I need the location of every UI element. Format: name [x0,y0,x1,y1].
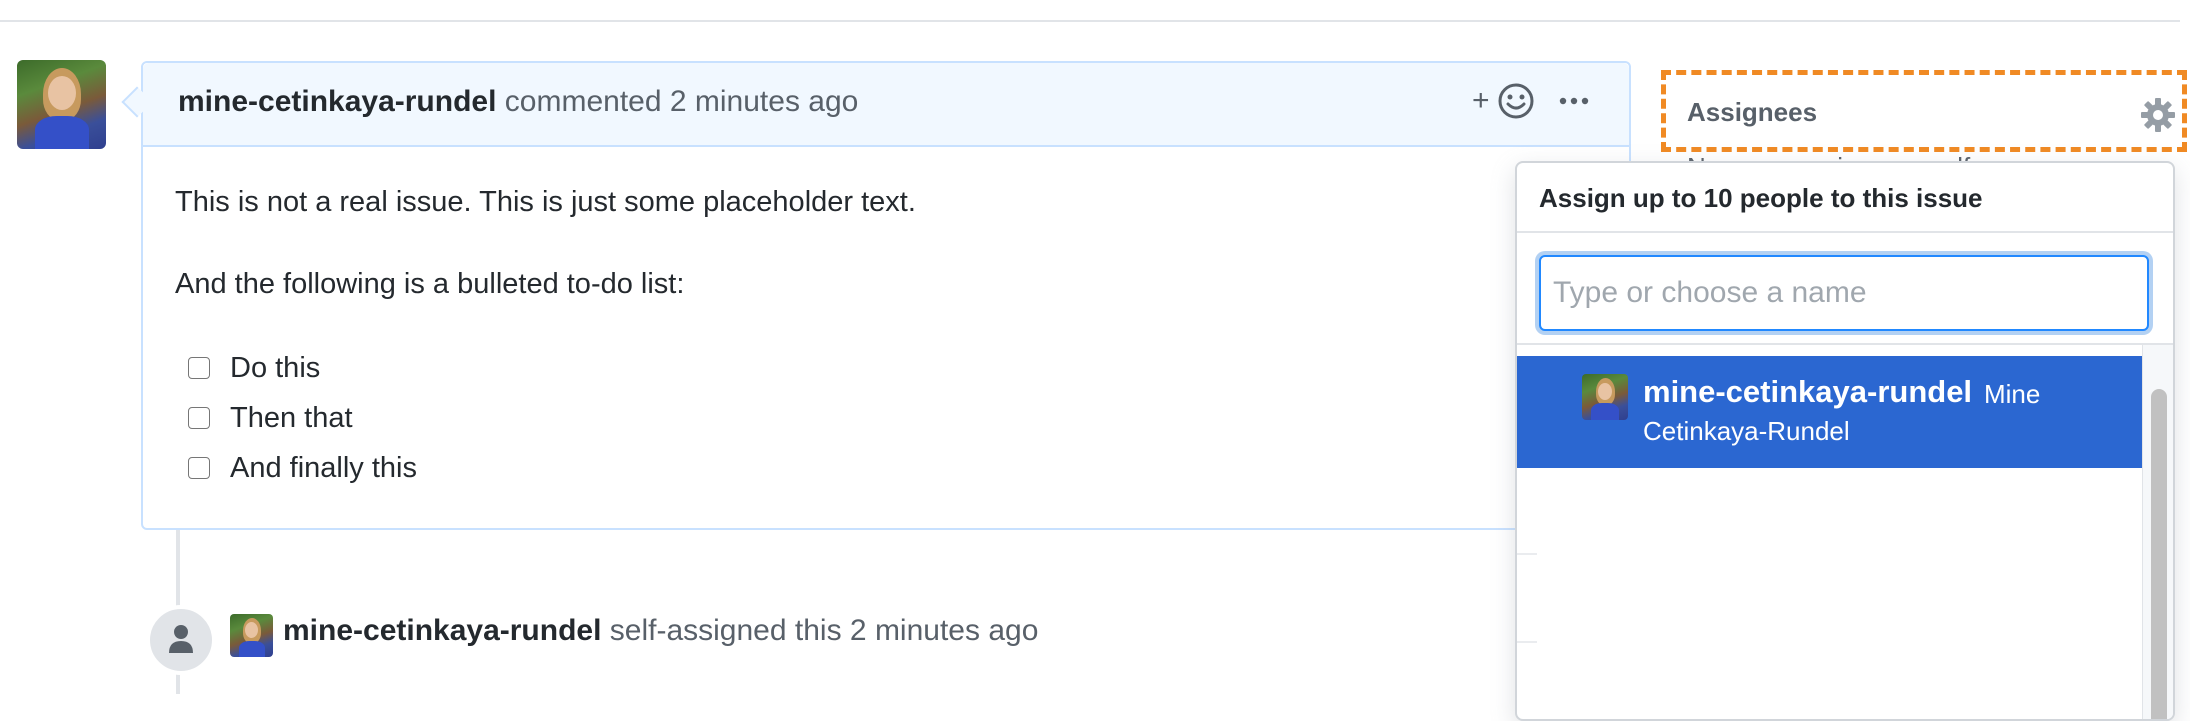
task-checkbox[interactable] [188,457,210,479]
comment-header: mine-cetinkaya-rundel commented 2 minute… [143,63,1629,147]
assignees-popover: Assign up to 10 people to this issue min… [1515,161,2175,721]
task-label: Do this [230,352,321,384]
popover-scrollbar[interactable] [2142,345,2173,719]
popover-header: Assign up to 10 people to this issue [1517,163,2173,233]
list-divider [1517,641,1537,643]
assignee-filter-input[interactable] [1539,255,2149,331]
comment-paragraph-1: This is not a real issue. This is just s… [175,186,916,218]
assignee-option-name: Mine [1984,379,2041,409]
comment-author-link[interactable]: mine-cetinkaya-rundel [178,85,496,118]
comment-paragraph-2: And the following is a bulleted to-do li… [175,268,685,300]
list-divider [1517,553,1537,555]
assignee-option-login: mine-cetinkaya-rundel [1643,374,1973,409]
smiley-icon [1498,83,1534,119]
popover-title: Assign up to 10 people to this issue [1539,183,1983,213]
top-divider [0,20,2180,22]
comment-timestamp[interactable]: 2 minutes ago [670,85,858,118]
plus-label: + [1472,84,1490,117]
assignees-highlight [1661,70,2187,152]
comment-header-text: mine-cetinkaya-rundel commented 2 minute… [178,85,858,119]
comment-action: commented [504,85,662,118]
event-badge [146,605,216,675]
assignee-option-name-cont: Cetinkaya-Rundel [1643,416,1850,446]
event-action: self-assigned this [609,614,842,647]
scrollbar-thumb[interactable] [2151,389,2167,719]
task-label: Then that [230,402,353,434]
event-actor-avatar[interactable] [230,614,273,657]
kebab-horizontal-icon [1559,97,1589,105]
task-label: And finally this [230,452,417,484]
event-actor-link[interactable]: mine-cetinkaya-rundel [283,614,601,647]
task-checkbox[interactable] [188,357,210,379]
task-checkbox[interactable] [188,407,210,429]
event-text: mine-cetinkaya-rundel self-assigned this… [283,614,1038,648]
commenter-avatar[interactable] [17,60,106,149]
popover-filter-area [1517,233,2173,345]
assignee-option-avatar [1582,374,1628,420]
assignee-option[interactable]: mine-cetinkaya-rundel Mine Cetinkaya-Run… [1517,356,2142,468]
person-icon [169,625,193,653]
event-timestamp[interactable]: 2 minutes ago [850,614,1038,647]
more-actions-button[interactable] [1557,84,1591,123]
